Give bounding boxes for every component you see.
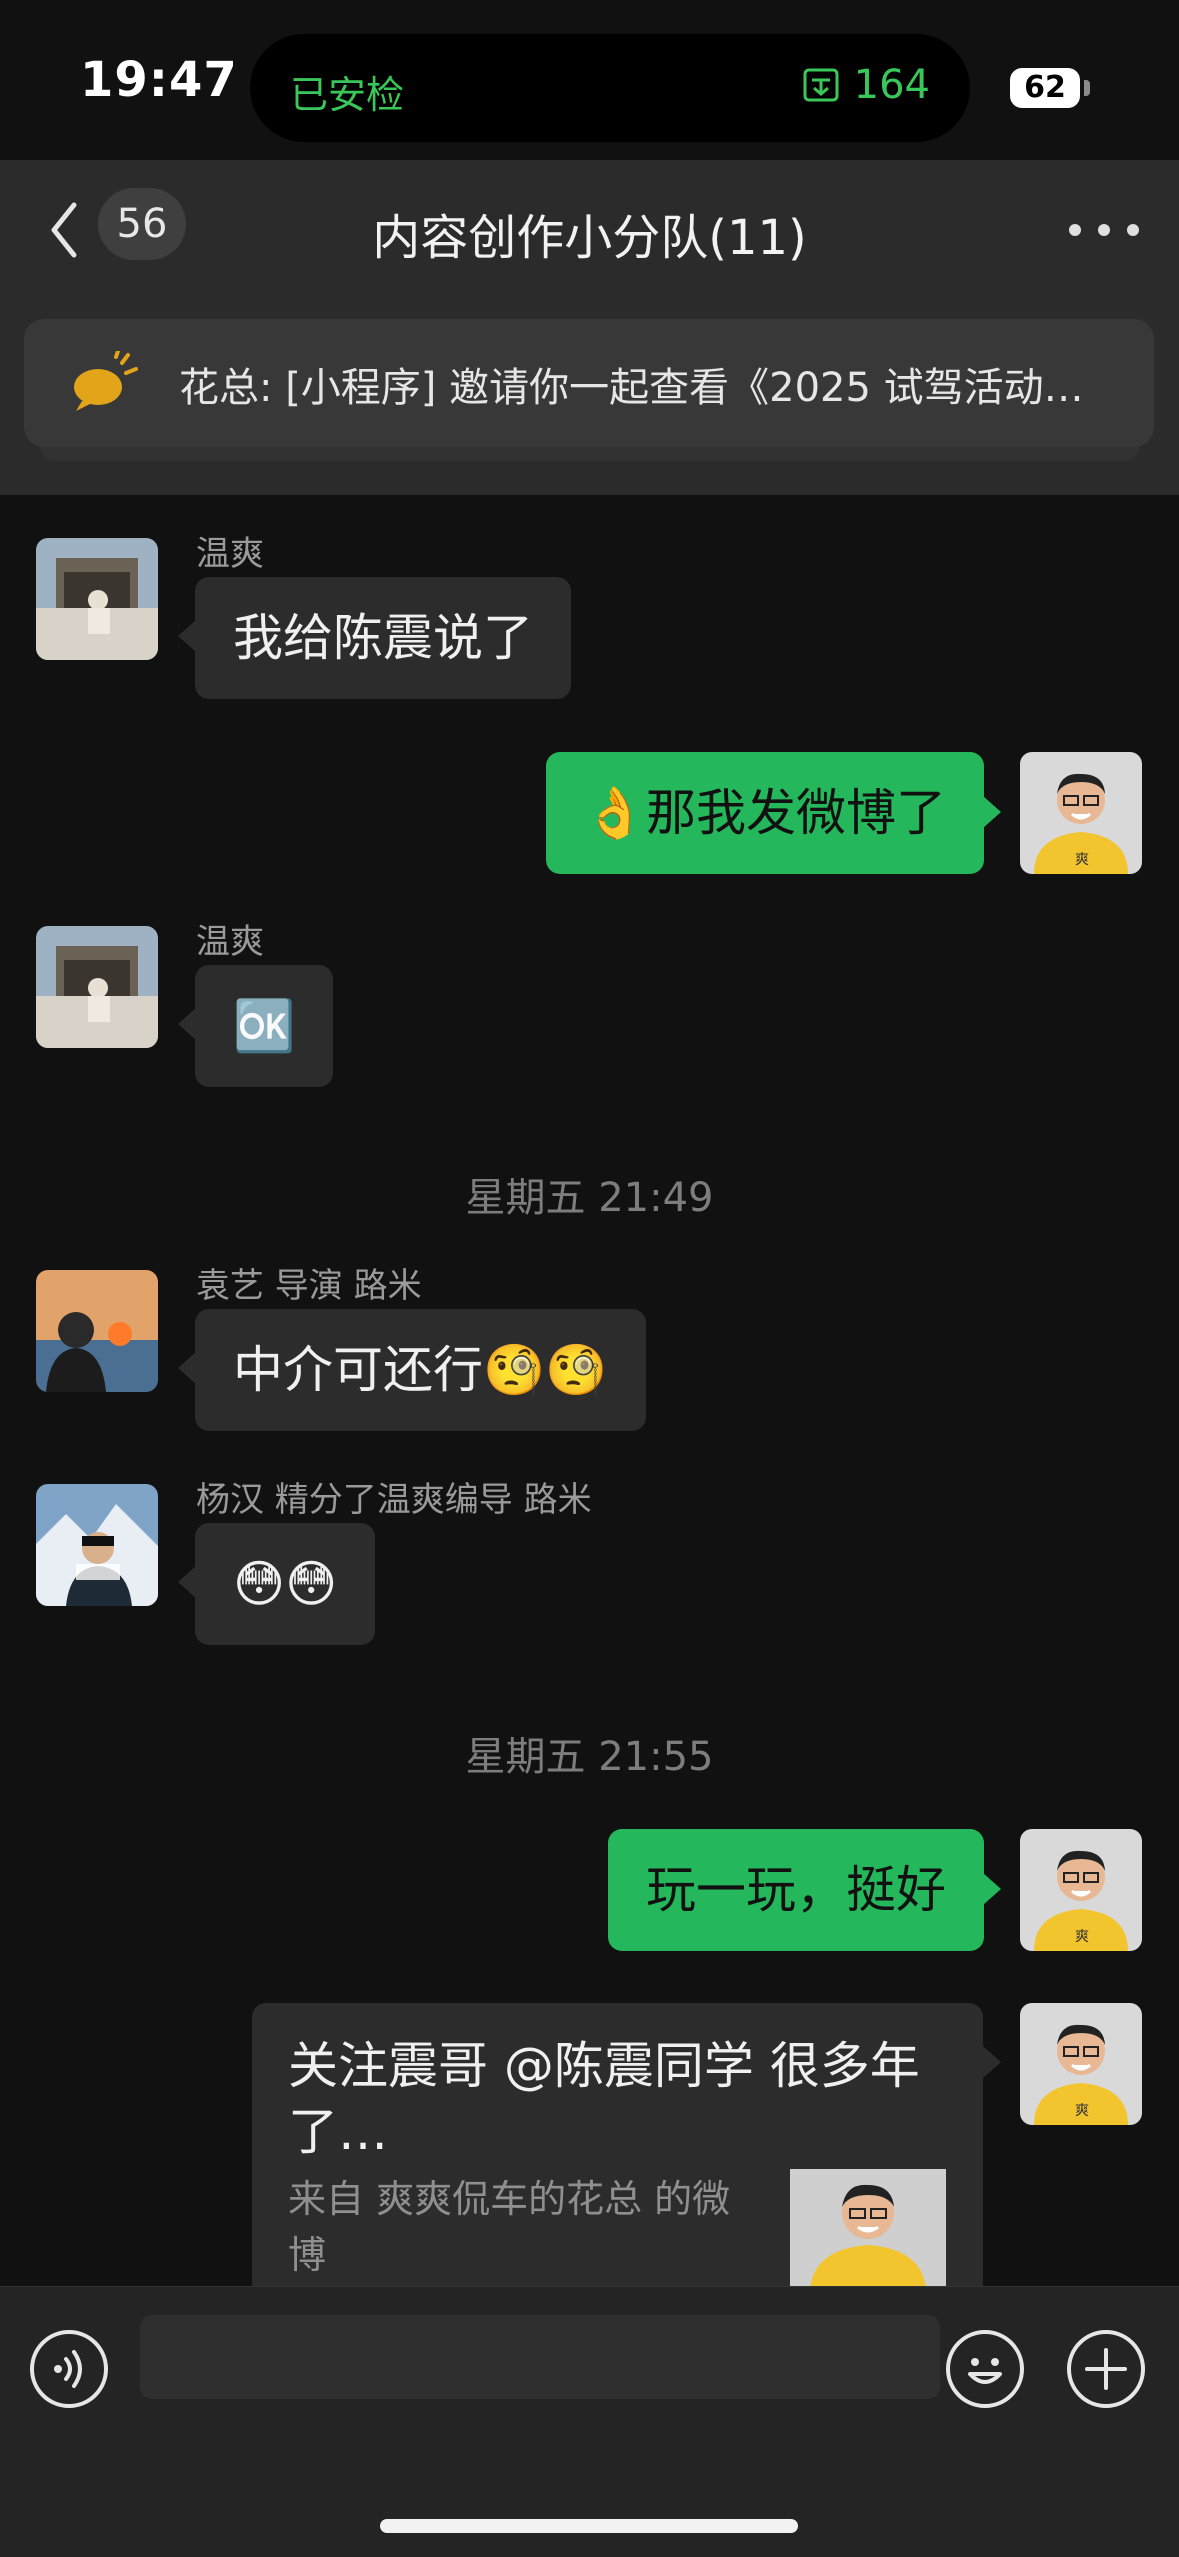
- card-source: 来自 爽爽侃车的花总 的微博: [288, 2177, 731, 2277]
- avatar-wen-shuang[interactable]: [36, 926, 158, 1048]
- input-bar: [0, 2286, 1179, 2557]
- message-bubble[interactable]: 中介可还行🧐🧐: [195, 1309, 646, 1431]
- shared-weibo-card[interactable]: 关注震哥 @陈震同学 很多年了… 来自 爽爽侃车的花总 的微博: [252, 2003, 983, 2303]
- emoji-icon[interactable]: [946, 2330, 1024, 2408]
- chat-header: 56 内容创作小分队(11): [0, 160, 1179, 295]
- timestamp: 星期五 21:49: [465, 1175, 714, 1221]
- message-bubble[interactable]: 我给陈震说了: [195, 577, 571, 699]
- steps-count: 164: [853, 62, 930, 108]
- svg-text:爽: 爽: [1075, 852, 1089, 868]
- security-check-label: 已安检: [290, 73, 405, 117]
- sender-name: 袁艺 导演 路米: [196, 1266, 422, 1306]
- bubble-tail: [983, 2046, 1001, 2078]
- avatar-self[interactable]: 爽: [1020, 752, 1142, 874]
- steps-icon: [803, 68, 839, 102]
- card-thumbnail: [790, 2169, 946, 2289]
- sender-name: 温爽: [196, 922, 264, 962]
- message-bubble-outgoing[interactable]: 👌那我发微博了: [545, 752, 984, 874]
- timestamp: 星期五 21:55: [465, 1734, 714, 1780]
- battery-indicator: 62: [1010, 68, 1080, 108]
- bubble-tail: [178, 1566, 196, 1598]
- pinned-message[interactable]: 花总: [小程序] 邀请你一起查看《2025 试驾活动…: [24, 319, 1154, 447]
- sender-name: 温爽: [196, 534, 264, 574]
- home-indicator[interactable]: [380, 2519, 798, 2533]
- sender-name: 杨汉 精分了温爽编导 路米: [196, 1480, 592, 1520]
- battery-tip: [1084, 80, 1090, 96]
- message-input[interactable]: [140, 2315, 940, 2399]
- pinned-message-text: 花总: [小程序] 邀请你一起查看《2025 试驾活动…: [179, 365, 1084, 411]
- steps-indicator: 164: [802, 62, 930, 108]
- status-time: 19:47: [80, 52, 238, 108]
- dynamic-island[interactable]: 已安检 164: [250, 34, 970, 142]
- plus-icon[interactable]: [1067, 2330, 1145, 2408]
- avatar-wen-shuang[interactable]: [36, 538, 158, 660]
- avatar-self[interactable]: 爽: [1020, 2003, 1142, 2125]
- svg-text:爽: 爽: [1075, 2103, 1089, 2119]
- bubble-tail: [983, 796, 1001, 828]
- avatar-yang-han[interactable]: [36, 1484, 158, 1606]
- bubble-tail: [178, 620, 196, 652]
- card-title: 关注震哥 @陈震同学 很多年了…: [288, 2037, 920, 2161]
- message-bubble[interactable]: 🆗: [195, 965, 334, 1087]
- message-bubble-outgoing[interactable]: 玩一玩，挺好: [608, 1829, 984, 1951]
- chat-title: 内容创作小分队(11): [372, 210, 807, 266]
- megaphone-icon: [74, 351, 138, 411]
- pinned-area: 花总: [小程序] 邀请你一起查看《2025 试驾活动…: [0, 295, 1179, 495]
- svg-text:爽: 爽: [1075, 1929, 1089, 1945]
- more-dots-icon[interactable]: [1069, 220, 1139, 240]
- avatar-self[interactable]: 爽: [1020, 1829, 1142, 1951]
- voice-icon[interactable]: [30, 2330, 108, 2408]
- avatar-yuan-yi[interactable]: [36, 1270, 158, 1392]
- bubble-tail: [178, 1352, 196, 1384]
- bubble-tail: [983, 1873, 1001, 1905]
- bubble-tail: [178, 1008, 196, 1040]
- message-bubble[interactable]: 😳😳: [195, 1523, 376, 1645]
